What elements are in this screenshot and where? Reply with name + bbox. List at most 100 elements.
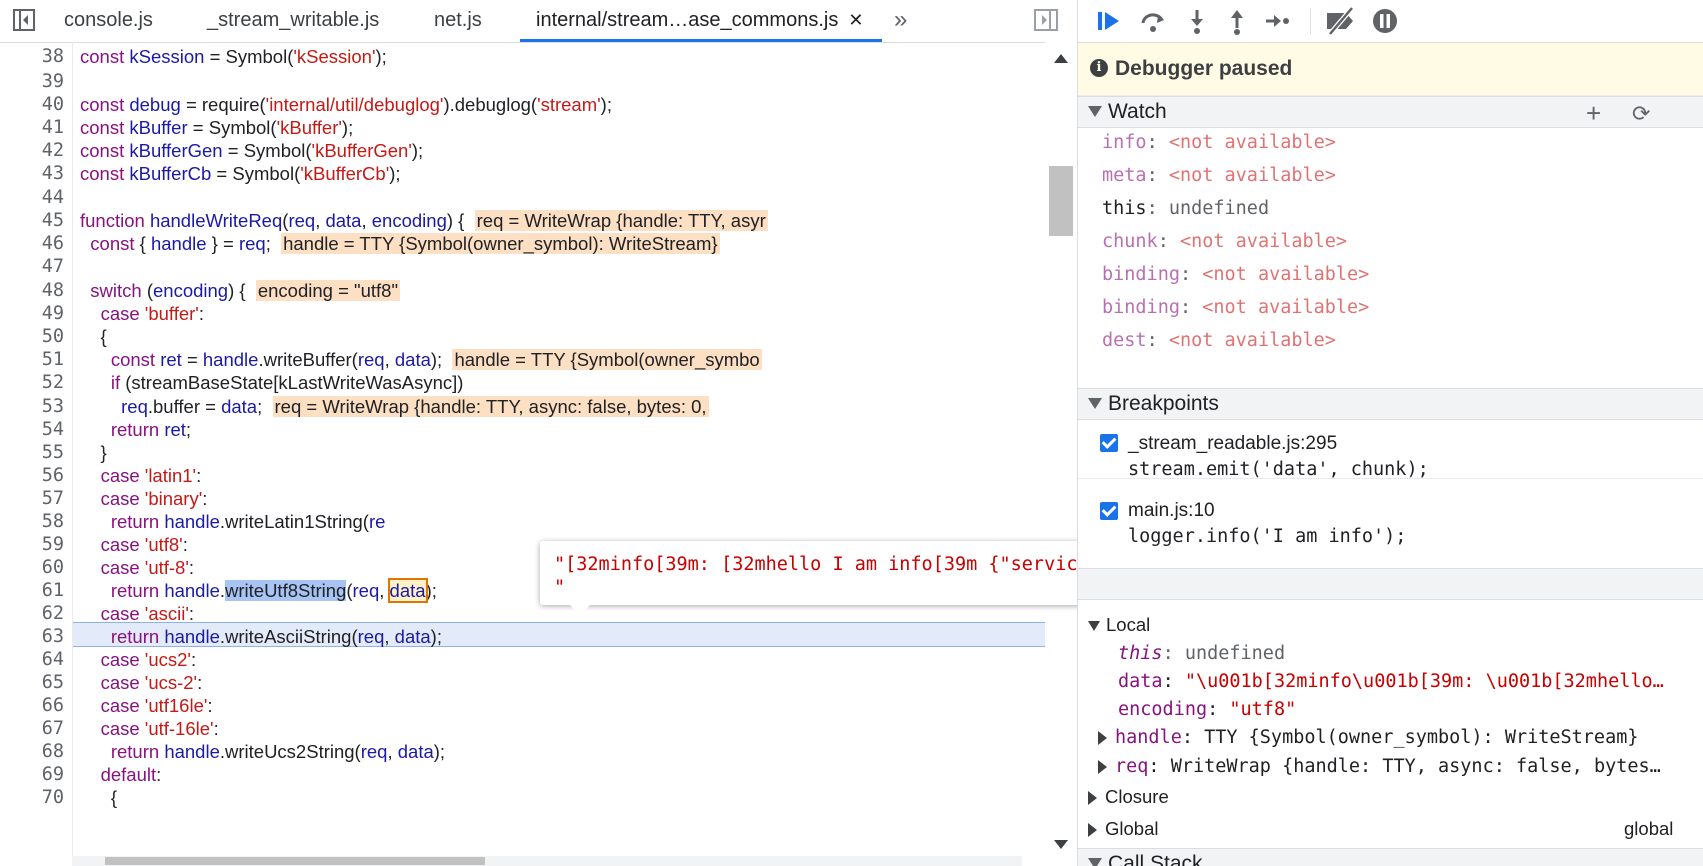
scope-property[interactable]: data: "\u001b[32minfo\u001b[39m: \u001b[…	[1118, 671, 1664, 692]
scope-local[interactable]: Local	[1088, 614, 1150, 636]
line-number[interactable]: 59	[4, 534, 64, 555]
expand-global-icon[interactable]	[1088, 823, 1097, 837]
scope-global[interactable]: Global	[1088, 818, 1158, 840]
expand-closure-icon[interactable]	[1088, 791, 1097, 805]
step-icon[interactable]	[1262, 6, 1292, 36]
watch-item[interactable]: binding: <not available>	[1102, 297, 1369, 318]
line-number[interactable]: 66	[4, 695, 64, 716]
watch-item[interactable]: this: undefined	[1102, 198, 1269, 219]
expand-breakpoints-icon[interactable]	[1088, 398, 1102, 409]
scroll-down-icon[interactable]	[1054, 840, 1068, 849]
sources-pane: console.js _stream_writable.js net.js in…	[0, 0, 1077, 866]
line-number[interactable]: 60	[4, 557, 64, 578]
line-number[interactable]: 42	[4, 140, 64, 161]
line-number[interactable]: 67	[4, 718, 64, 739]
watch-item[interactable]: binding: <not available>	[1102, 264, 1369, 285]
line-number[interactable]: 70	[4, 787, 64, 808]
expand-callstack-icon[interactable]	[1088, 858, 1102, 866]
global-value: global	[1624, 818, 1673, 840]
step-out-icon[interactable]	[1222, 6, 1252, 36]
line-number[interactable]: 47	[4, 256, 64, 277]
breakpoints-title: Breakpoints	[1108, 392, 1219, 416]
line-number[interactable]: 63	[4, 626, 64, 647]
scroll-up-icon[interactable]	[1054, 54, 1068, 63]
resume-icon[interactable]	[1094, 6, 1124, 36]
line-number[interactable]: 53	[4, 396, 64, 417]
line-number[interactable]: 40	[4, 94, 64, 115]
scope-property[interactable]: handle: TTY {Symbol(owner_symbol): Write…	[1098, 727, 1639, 748]
code-line: if (streamBaseState[kLastWriteWasAsync])	[80, 372, 463, 394]
line-number[interactable]: 57	[4, 488, 64, 509]
collapse-local-icon[interactable]	[1088, 621, 1100, 631]
scope-property[interactable]: req: WriteWrap {handle: TTY, async: fals…	[1098, 756, 1661, 777]
scope-section-header[interactable]	[1078, 568, 1703, 600]
inline-value: encoding = "utf8"	[256, 280, 400, 301]
watch-item[interactable]: chunk: <not available>	[1102, 231, 1347, 252]
line-number[interactable]: 64	[4, 649, 64, 670]
code-line: case 'buffer':	[80, 303, 204, 325]
line-number[interactable]: 68	[4, 741, 64, 762]
line-number[interactable]: 62	[4, 603, 64, 624]
deactivate-breakpoints-icon[interactable]	[1324, 6, 1354, 36]
line-number[interactable]: 55	[4, 442, 64, 463]
watch-item[interactable]: meta: <not available>	[1102, 165, 1336, 186]
more-tabs-icon[interactable]: »	[894, 6, 907, 34]
code-editor[interactable]: 38 39 40 41 42 43 44 45 46 47 48 49 50 51 52 53 54 55 56 57…	[0, 42, 1045, 866]
line-number[interactable]: 54	[4, 419, 64, 440]
expand-handle-icon[interactable]	[1098, 731, 1107, 745]
line-number[interactable]: 58	[4, 511, 64, 532]
step-into-icon[interactable]	[1182, 6, 1212, 36]
tab-stream-base-commons[interactable]: internal/stream…ase_commons.js ✕	[520, 0, 882, 42]
breakpoint-checkbox[interactable]	[1100, 502, 1118, 520]
pause-on-exceptions-icon[interactable]	[1370, 6, 1400, 36]
code-line: const ret = handle.writeBuffer(req, data…	[80, 349, 762, 371]
line-gutter[interactable]: 38 39 40 41 42 43 44 45 46 47 48 49 50 51 52 53 54 55 56 57…	[0, 42, 73, 866]
expand-req-icon[interactable]	[1098, 760, 1107, 774]
line-number[interactable]: 50	[4, 326, 64, 347]
step-over-icon[interactable]	[1138, 6, 1168, 36]
inline-value: handle = TTY {Symbol(owner_symbol): Writ…	[281, 233, 719, 254]
code-line: req.buffer = data; req = WriteWrap {hand…	[80, 396, 709, 418]
line-number[interactable]: 48	[4, 280, 64, 301]
line-number[interactable]: 46	[4, 233, 64, 254]
line-number[interactable]: 61	[4, 580, 64, 601]
line-number[interactable]: 44	[4, 187, 64, 208]
expand-watch-icon[interactable]	[1088, 106, 1102, 117]
watch-item[interactable]: dest: <not available>	[1102, 330, 1336, 351]
toggle-debugger-sidebar-icon[interactable]	[1034, 9, 1058, 31]
line-number[interactable]: 43	[4, 163, 64, 184]
breakpoint-code: logger.info('I am info');	[1128, 526, 1406, 547]
code-line: case 'binary':	[80, 488, 207, 510]
inline-value: handle = TTY {Symbol(owner_symbo	[452, 349, 761, 370]
line-number[interactable]: 49	[4, 303, 64, 324]
line-number[interactable]: 52	[4, 372, 64, 393]
line-number[interactable]: 45	[4, 210, 64, 231]
code-line: case 'utf8':	[80, 534, 188, 556]
line-number[interactable]: 69	[4, 764, 64, 785]
tab-console-js[interactable]: console.js	[64, 0, 153, 42]
breakpoints-section-header[interactable]: Breakpoints	[1078, 388, 1703, 420]
horizontal-scroll-thumb[interactable]	[105, 857, 485, 865]
breakpoint-checkbox[interactable]	[1100, 434, 1118, 452]
toolbar-divider	[1310, 8, 1311, 34]
add-watch-icon[interactable]: +	[1586, 98, 1601, 129]
line-number[interactable]: 56	[4, 465, 64, 486]
refresh-watch-icon[interactable]: ⟳	[1632, 101, 1650, 127]
watch-item[interactable]: info: <not available>	[1102, 132, 1336, 153]
vertical-scroll-thumb[interactable]	[1049, 166, 1073, 236]
line-number[interactable]: 65	[4, 672, 64, 693]
line-number[interactable]: 51	[4, 349, 64, 370]
close-tab-icon[interactable]: ✕	[848, 10, 863, 30]
tab-stream-writable-js[interactable]: _stream_writable.js	[207, 0, 379, 42]
watch-section-header[interactable]: Watch + ⟳	[1078, 96, 1703, 128]
breakpoint-item[interactable]: _stream_readable.js:295 stream.emit('dat…	[1078, 420, 1703, 479]
toggle-navigator-icon[interactable]	[13, 9, 35, 31]
code-line: const kBuffer = Symbol('kBuffer');	[80, 117, 353, 139]
scope-closure[interactable]: Closure	[1088, 786, 1169, 808]
callstack-section-header[interactable]: Call Stack	[1078, 848, 1703, 866]
line-number[interactable]: 39	[4, 71, 64, 92]
line-number[interactable]: 38	[4, 46, 64, 67]
breakpoint-item[interactable]: main.js:10 logger.info('I am info');	[1078, 490, 1703, 548]
tab-net-js[interactable]: net.js	[434, 0, 482, 42]
line-number[interactable]: 41	[4, 117, 64, 138]
